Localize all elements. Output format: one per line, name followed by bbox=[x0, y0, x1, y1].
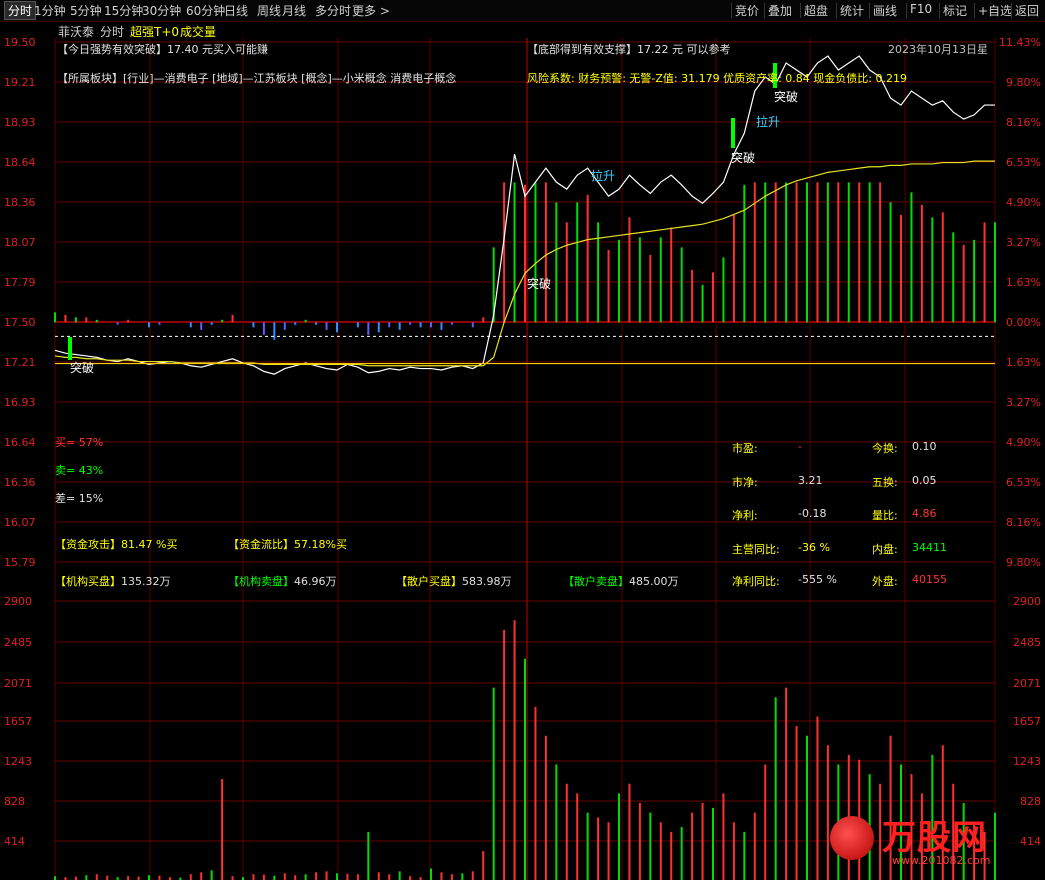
price-tick-label: 15.79 bbox=[4, 556, 36, 569]
retail-sell-value: 485.00万 bbox=[629, 575, 679, 588]
inst-sell-value: 46.96万 bbox=[294, 575, 337, 588]
fund-attack-value: 81.47 %买 bbox=[121, 538, 178, 551]
pct-tick-label: 11.43% bbox=[999, 36, 1041, 49]
diff-pct: 差= 15% bbox=[55, 492, 104, 505]
revenue-yoy-value: -36 % bbox=[798, 541, 830, 554]
turnover-label: 今换: bbox=[872, 442, 898, 455]
pct-tick-label: 0.00% bbox=[1006, 316, 1041, 329]
pct-tick-label: 4.90% bbox=[1006, 436, 1041, 449]
volume-tick-label-right: 2900 bbox=[1013, 595, 1041, 608]
retail-buy-label: 【散户买盘】 bbox=[396, 575, 462, 588]
pct-tick-label: 8.16% bbox=[1006, 516, 1041, 529]
pct-tick-label: 8.16% bbox=[1006, 116, 1041, 129]
outer-volume-label: 外盘: bbox=[872, 575, 898, 588]
bottom-support-info: 【底部得到有效支撑】17.22 元 可以参考 bbox=[527, 43, 731, 56]
retail-buy-value: 583.98万 bbox=[462, 575, 512, 588]
inner-volume-value: 34411 bbox=[912, 541, 947, 554]
volume-tick-label: 2485 bbox=[4, 636, 32, 649]
volume-tick-label: 828 bbox=[4, 795, 25, 808]
price-tick-label: 17.21 bbox=[4, 356, 36, 369]
strong-break-info: 【今日强势有效突破】17.40 元买入可能赚 bbox=[57, 43, 268, 56]
volume-tick-label-right: 1657 bbox=[1013, 715, 1041, 728]
fund-flow-label: 【资金流比】 bbox=[228, 538, 294, 551]
revenue-yoy-label: 主营同比: bbox=[732, 543, 780, 556]
sector-info: 【所属板块】[行业]—消费电子 [地域]—江苏板块 [概念]—小米概念 消费电子… bbox=[57, 72, 457, 85]
inst-sell-label: 【机构卖盘】 bbox=[228, 575, 294, 588]
logo-icon bbox=[830, 816, 874, 860]
risk-info: 风险系数: 财务预警: 无警-Z值: 31.179 优质资产率: 0.84 现金… bbox=[527, 72, 907, 85]
watermark-logo: 万股网 www.201082.com bbox=[830, 810, 1025, 875]
turnover5-value: 0.05 bbox=[912, 474, 937, 487]
volume-tick-label: 1657 bbox=[4, 715, 32, 728]
watermark-text: 万股网 bbox=[882, 818, 987, 858]
pct-tick-label: 4.90% bbox=[1006, 196, 1041, 209]
price-tick-label: 19.21 bbox=[4, 76, 36, 89]
annotation-tupo: 突破 bbox=[527, 276, 551, 291]
pct-tick-label: 9.80% bbox=[1006, 76, 1041, 89]
pct-tick-label: 9.80% bbox=[1006, 556, 1041, 569]
fund-flow-value: 57.18%买 bbox=[294, 538, 347, 551]
annotation-tupo: 突破 bbox=[731, 150, 755, 165]
net-profit-value: -0.18 bbox=[798, 507, 827, 520]
date-label: 2023年10月13日星 bbox=[888, 43, 988, 56]
buy-pct: 买= 57% bbox=[55, 436, 104, 449]
annotation-lasheng: 拉升 bbox=[756, 114, 780, 129]
pct-tick-label: 6.53% bbox=[1006, 156, 1041, 169]
price-tick-label: 18.36 bbox=[4, 196, 36, 209]
price-tick-label: 16.07 bbox=[4, 516, 36, 529]
pct-tick-label: 6.53% bbox=[1006, 476, 1041, 489]
volume-tick-label-right: 1243 bbox=[1013, 755, 1041, 768]
net-profit-label: 净利: bbox=[732, 509, 758, 522]
inner-volume-label: 内盘: bbox=[872, 543, 898, 556]
pct-tick-label: 3.27% bbox=[1006, 396, 1041, 409]
volume-tick-label: 414 bbox=[4, 835, 25, 848]
volume-tick-label-right: 2071 bbox=[1013, 677, 1041, 690]
volume-tick-label: 2071 bbox=[4, 677, 32, 690]
turnover5-label: 五换: bbox=[872, 476, 898, 489]
pe-value: - bbox=[798, 440, 802, 453]
price-tick-label: 17.79 bbox=[4, 276, 36, 289]
price-tick-label: 19.50 bbox=[4, 36, 36, 49]
price-tick-label: 16.93 bbox=[4, 396, 36, 409]
annotation-tupo: 突破 bbox=[774, 89, 798, 104]
net-profit-yoy-label: 净利同比: bbox=[732, 575, 780, 588]
volume-tick-label: 1243 bbox=[4, 755, 32, 768]
pct-tick-label: 1.63% bbox=[1006, 356, 1041, 369]
volume-ratio-label: 量比: bbox=[872, 509, 898, 522]
price-tick-label: 18.07 bbox=[4, 236, 36, 249]
pct-tick-label: 1.63% bbox=[1006, 276, 1041, 289]
annotation-lasheng: 拉升 bbox=[591, 168, 615, 183]
net-profit-yoy-value: -555 % bbox=[798, 573, 837, 586]
retail-sell-label: 【散户卖盘】 bbox=[563, 575, 629, 588]
pb-label: 市净: bbox=[732, 476, 758, 489]
volume-tick-label-right: 828 bbox=[1020, 795, 1041, 808]
volume-tick-label: 2900 bbox=[4, 595, 32, 608]
price-tick-label: 17.50 bbox=[4, 316, 36, 329]
pe-label: 市盈: bbox=[732, 442, 758, 455]
outer-volume-value: 40155 bbox=[912, 573, 947, 586]
annotation-tupo: 突破 bbox=[70, 360, 94, 375]
turnover-value: 0.10 bbox=[912, 440, 937, 453]
inst-buy-label: 【机构买盘】 bbox=[55, 575, 121, 588]
price-tick-label: 16.36 bbox=[4, 476, 36, 489]
price-tick-label: 18.64 bbox=[4, 156, 36, 169]
volume-ratio-value: 4.86 bbox=[912, 507, 937, 520]
fund-attack-label: 【资金攻击】 bbox=[55, 538, 121, 551]
price-tick-label: 18.93 bbox=[4, 116, 36, 129]
inst-buy-value: 135.32万 bbox=[121, 575, 171, 588]
volume-tick-label-right: 2485 bbox=[1013, 636, 1041, 649]
watermark-url: www.201082.com bbox=[892, 854, 991, 867]
pb-value: 3.21 bbox=[798, 474, 823, 487]
sell-pct: 卖= 43% bbox=[55, 464, 104, 477]
pct-tick-label: 3.27% bbox=[1006, 236, 1041, 249]
price-tick-label: 16.64 bbox=[4, 436, 36, 449]
